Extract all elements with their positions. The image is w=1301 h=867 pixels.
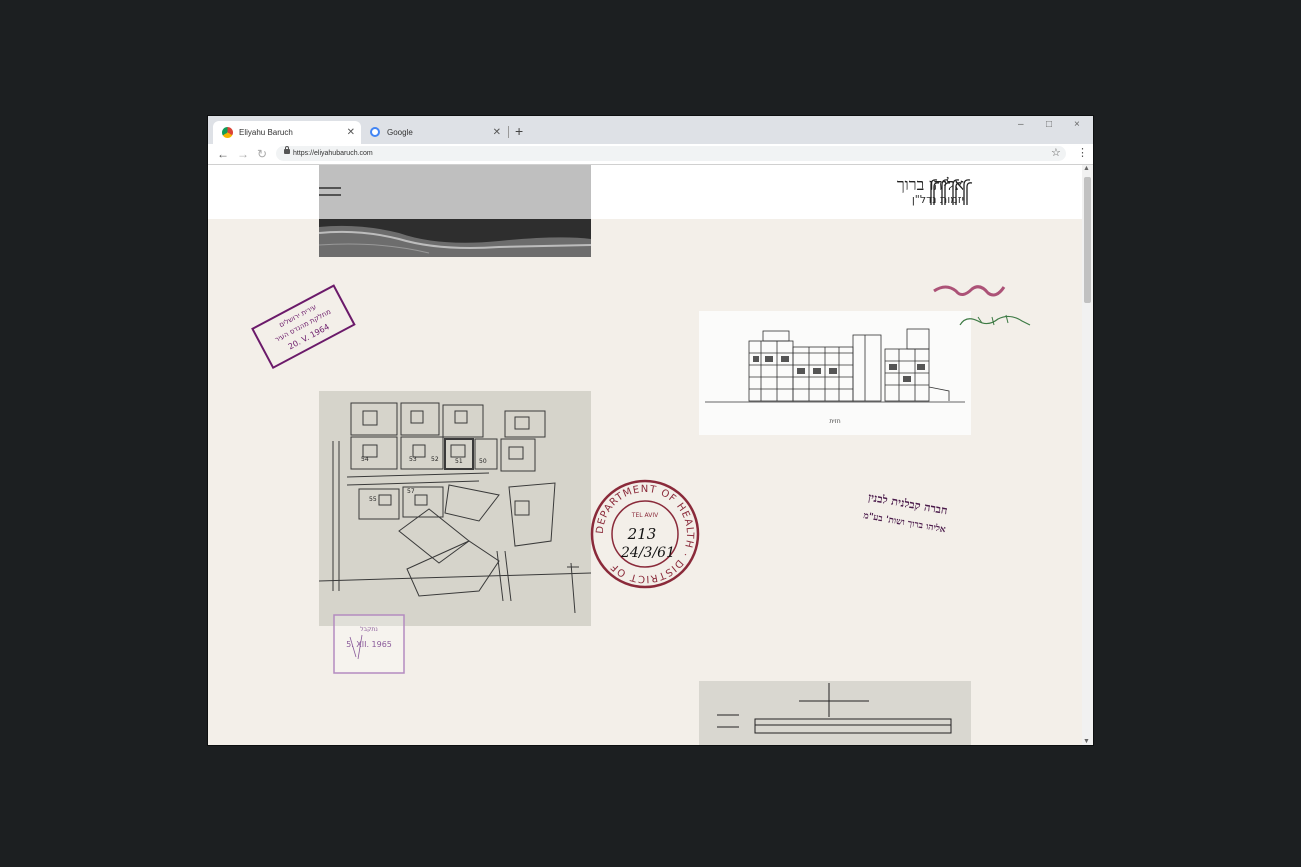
section-drawing xyxy=(699,681,971,745)
lot-number: 50 xyxy=(479,458,487,465)
lot-number: 51 xyxy=(455,458,463,465)
google-icon xyxy=(370,127,380,137)
vertical-scrollbar[interactable]: ▲ ▼ xyxy=(1082,165,1093,745)
tab-google[interactable]: Google ✕ xyxy=(361,121,507,144)
handwritten-date: 24/3/61 xyxy=(620,545,675,561)
signature-marks xyxy=(933,285,1031,326)
maximize-button[interactable]: □ xyxy=(1046,119,1052,130)
close-tab-icon[interactable]: ✕ xyxy=(493,121,501,144)
bookmark-star-icon[interactable]: ☆ xyxy=(1051,145,1061,162)
drawing-caption: חזית xyxy=(829,418,840,425)
close-window-button[interactable]: × xyxy=(1074,119,1080,130)
page-content: אליהו ברוך יזמות נדל"ן עירית ירושלים מחל… xyxy=(208,165,1082,745)
received-stamp: נתקבל 5. XII. 1965 xyxy=(333,614,405,674)
stamp-center-text: TEL AVIV xyxy=(631,512,659,519)
logo-columns-icon[interactable] xyxy=(923,177,973,207)
browser-window: Eliyahu Baruch ✕ Google ✕ + – □ × ← → ↻ … xyxy=(208,116,1093,745)
tab-label: Eliyahu Baruch xyxy=(239,128,293,137)
scroll-up-icon[interactable]: ▲ xyxy=(1083,165,1090,172)
close-tab-icon[interactable]: ✕ xyxy=(347,121,355,144)
hero-photo-overlap xyxy=(319,165,591,219)
scroll-down-icon[interactable]: ▼ xyxy=(1083,738,1090,745)
lot-number: 55 xyxy=(369,496,377,503)
aerial-road-photo xyxy=(319,219,591,257)
health-department-stamp: DEPARTMENT OF HEALTH · DISTRICT OF TEL A… xyxy=(590,479,700,589)
tab-label: Google xyxy=(387,128,413,137)
menu-kebab-icon[interactable]: ⋮ xyxy=(1077,145,1088,162)
lot-number: 52 xyxy=(431,456,439,463)
tab-strip: Eliyahu Baruch ✕ Google ✕ + – □ × xyxy=(208,116,1093,144)
lock-icon xyxy=(284,146,290,154)
company-stamp: חברה קבלנית לבנין אליהו ברוך ושות' בע"מ xyxy=(862,491,948,536)
new-tab-button[interactable]: + xyxy=(515,121,523,141)
lot-number: 54 xyxy=(361,456,369,463)
reload-icon[interactable]: ↻ xyxy=(257,145,267,163)
browser-toolbar: ← → ↻ https://eliyahubaruch.com ☆ ⋮ xyxy=(208,144,1093,165)
site-plan-drawing: 54 53 52 51 50 55 57 xyxy=(319,391,591,626)
lot-number: 57 xyxy=(407,488,415,495)
scrollbar-thumb[interactable] xyxy=(1084,177,1091,303)
municipal-stamp: עירית ירושלים מחלקת מהנדס העיר 20. V. 19… xyxy=(251,284,356,370)
stamp-line: נתקבל xyxy=(360,626,377,633)
tab-eliyahu-baruch[interactable]: Eliyahu Baruch ✕ xyxy=(213,121,361,144)
lot-number: 53 xyxy=(409,456,417,463)
minimize-button[interactable]: – xyxy=(1018,119,1024,130)
address-bar[interactable]: https://eliyahubaruch.com xyxy=(276,146,1066,161)
tab-separator xyxy=(508,126,509,138)
forward-icon[interactable]: → xyxy=(237,145,249,163)
url-text[interactable]: https://eliyahubaruch.com xyxy=(293,147,373,160)
handwritten-number: 213 xyxy=(627,525,657,543)
chrome-icon xyxy=(222,127,233,138)
back-icon[interactable]: ← xyxy=(217,145,229,163)
